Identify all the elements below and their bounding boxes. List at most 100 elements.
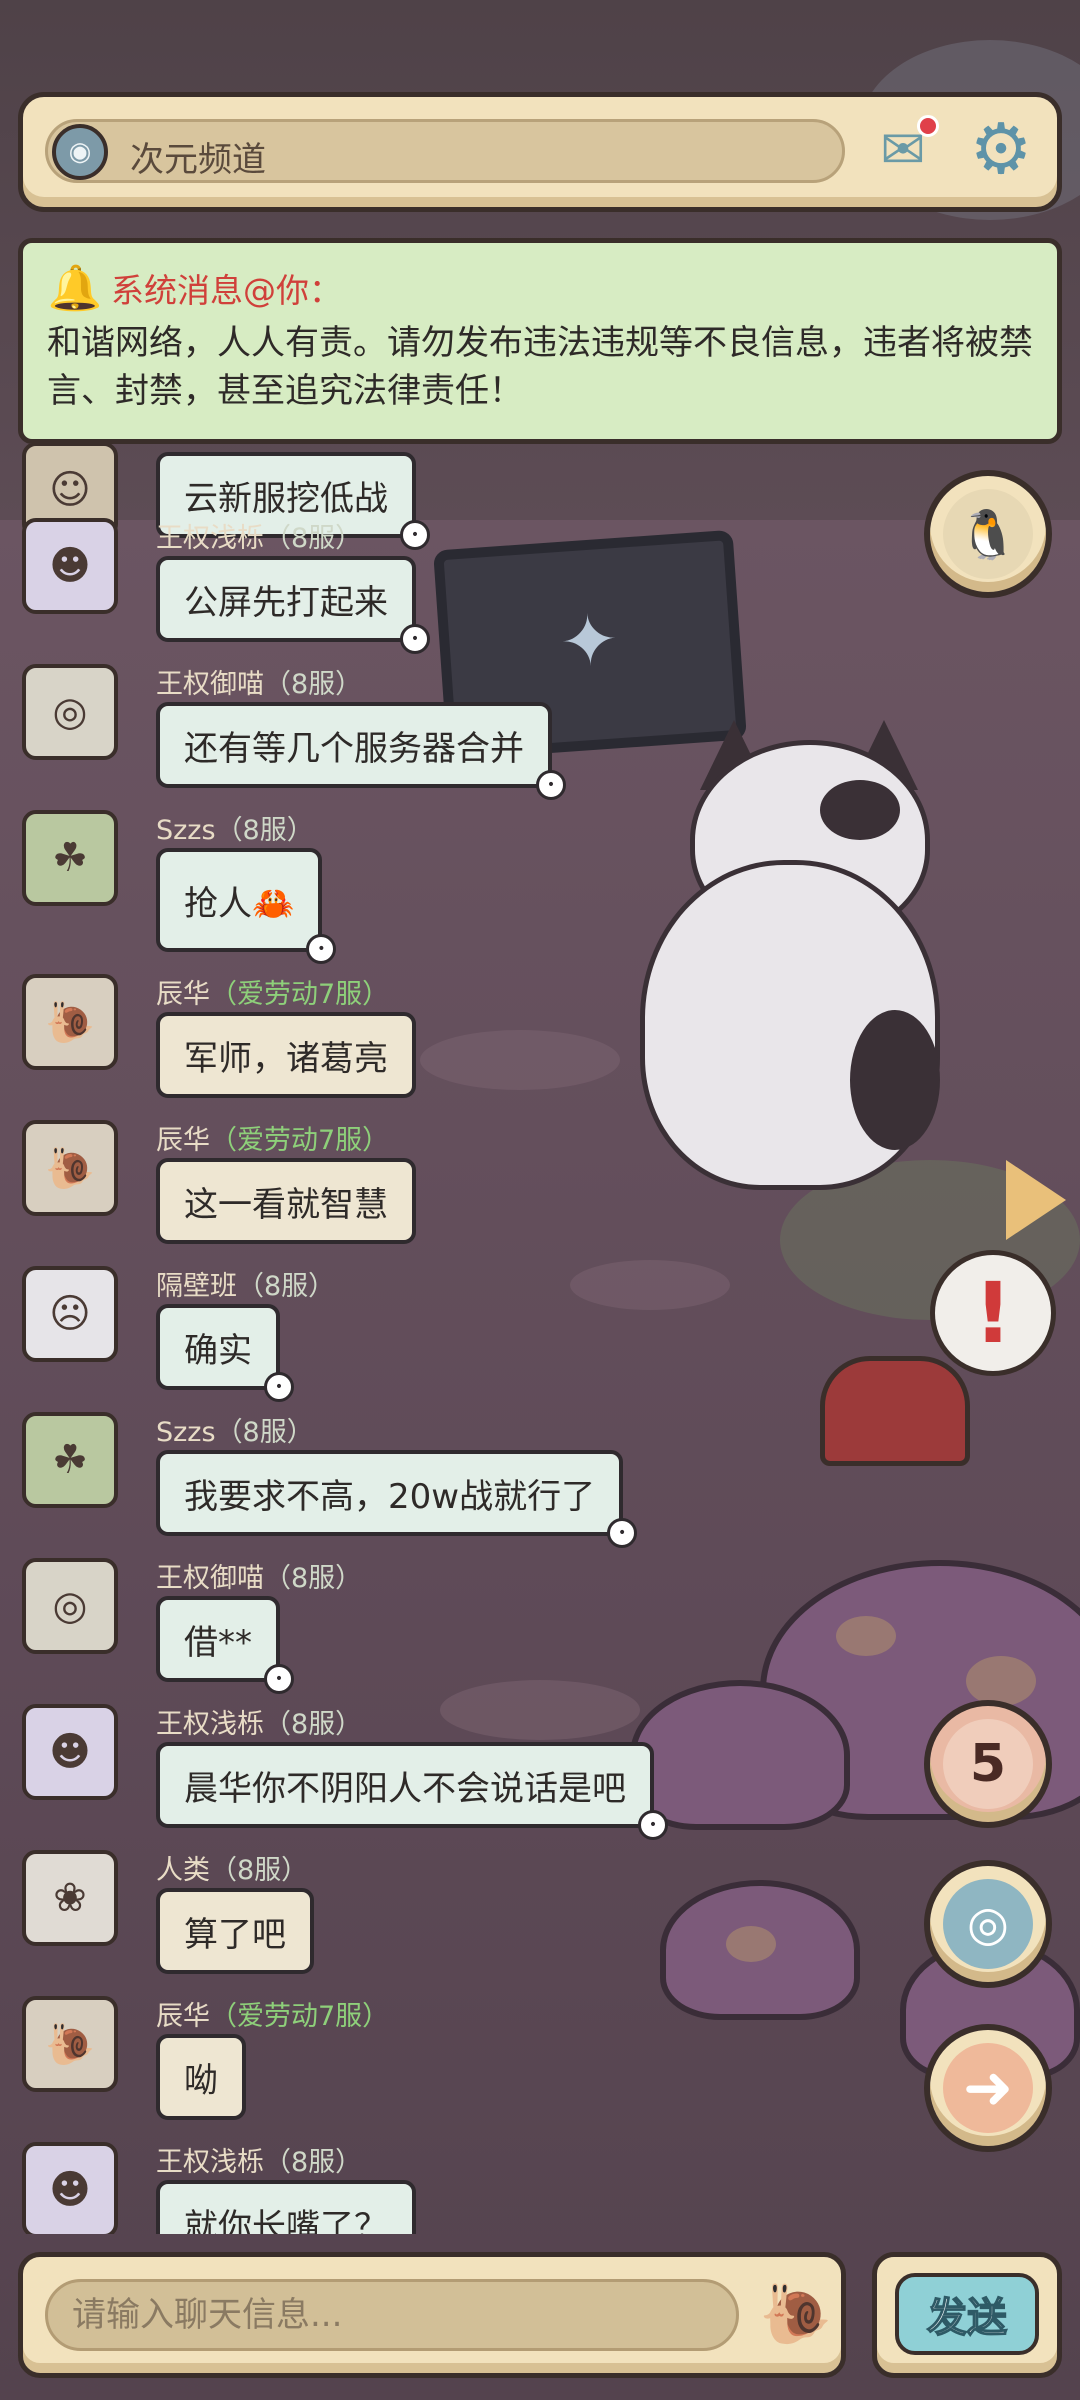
mail-button[interactable]: ✉ [865, 111, 941, 187]
bubble-tail-icon: • [306, 934, 337, 964]
sender-server: （8服） [264, 2147, 363, 2178]
sender-server: （8服） [264, 523, 363, 554]
message-text: 确实 [184, 1330, 252, 1371]
sender-label: 王权御喵（8服） [156, 1556, 362, 1595]
sender-name: 辰华 [156, 1125, 210, 1156]
sender-label: 辰华（爱劳动7服） [156, 1994, 389, 2033]
bubble-tail-icon: • [536, 770, 566, 800]
channel-name: 次元频道 [130, 140, 266, 180]
sender-name: Szzs [156, 1417, 216, 1448]
sender-server: （8服） [210, 1855, 309, 1886]
message-text: 算了吧 [184, 1914, 286, 1955]
avatar-purple-mask[interactable]: ☻ [22, 2142, 118, 2234]
exclamation-icon[interactable]: ! [930, 1250, 1056, 1376]
arrow-right-icon: ➜ [943, 2043, 1033, 2133]
message-bubble[interactable]: 晨华你不阴阳人不会说话是吧 • [156, 1742, 668, 1840]
sender-label: 王权御喵（8服） [156, 662, 362, 701]
sender-label: Szzs（8服） [156, 1410, 314, 1449]
sender-server: （8服） [237, 1271, 336, 1302]
message-bubble[interactable]: 算了吧 [156, 1888, 314, 1974]
system-message-title: 系统消息@你： [111, 271, 342, 310]
avatar-curly-hair[interactable]: ❀ [22, 1850, 118, 1946]
snail-emoji-icon: 🐌 [759, 2279, 833, 2348]
play-arrow-icon[interactable] [1006, 1160, 1066, 1240]
gear-icon: ⚙ [969, 108, 1033, 190]
sender-server: （8服） [215, 815, 314, 846]
avatar-green-frog[interactable]: ☘ [22, 1412, 118, 1508]
sender-name: 王权浅栎 [156, 1709, 264, 1740]
message-bubble[interactable]: 呦 [156, 2034, 246, 2120]
bubble-tail-icon: • [607, 1518, 638, 1548]
message-bubble[interactable]: 抢人🦀 • [156, 848, 337, 964]
sender-name: 辰华 [156, 2001, 210, 2032]
donut-icon: ◎ [943, 1879, 1033, 1969]
emoji-button[interactable]: 🐌 [753, 2271, 839, 2357]
sender-server: （8服） [264, 1563, 363, 1594]
sender-name: 王权浅栎 [156, 2147, 264, 2178]
channel-header: ◉ 次元频道 ✉ ⚙ [18, 92, 1062, 212]
qq-button[interactable]: 🐧 [924, 470, 1052, 598]
bell-icon: 🔔 [47, 263, 103, 314]
message-bubble[interactable]: 借** • [156, 1596, 294, 1694]
message-bubble[interactable]: 我要求不高，20w战就行了 • [156, 1450, 638, 1548]
channel-selector[interactable]: ◉ 次元频道 [45, 119, 845, 183]
sender-name: 辰华 [156, 979, 210, 1010]
message-bubble[interactable]: 确实 • [156, 1304, 294, 1402]
message-text: 还有等几个服务器合并 [184, 728, 524, 769]
message-bubble[interactable]: 军师，诸葛亮 [156, 1012, 416, 1098]
channel-icon: ◉ [52, 124, 108, 180]
system-message: 🔔 系统消息@你： 和谐网络，人人有责。请勿发布违法违规等不良信息，违者将被禁言… [18, 238, 1062, 444]
message-text: 我要求不高，20w战就行了 [184, 1476, 596, 1517]
message-text: 就你长嘴了？ [184, 2206, 388, 2235]
bubble-tail-icon: • [400, 520, 430, 550]
message-text: 呦 [184, 2060, 218, 2101]
sender-label: 王权浅栎（8服） [156, 516, 362, 555]
chat-input[interactable] [45, 2279, 739, 2351]
avatar-green-frog[interactable]: ☘ [22, 810, 118, 906]
sender-name: Szzs [156, 815, 216, 846]
avatar-snail[interactable]: 🐌 [22, 1996, 118, 2092]
sender-name: 王权浅栎 [156, 523, 264, 554]
sender-label: 王权浅栎（8服） [156, 2140, 362, 2179]
donut-button[interactable]: ◎ [924, 1860, 1052, 1988]
sender-label: 隔壁班（8服） [156, 1264, 335, 1303]
next-button[interactable]: ➜ [924, 2024, 1052, 2152]
penguin-icon: 🐧 [943, 489, 1033, 579]
sender-label: Szzs（8服） [156, 808, 314, 847]
sender-label: 人类（8服） [156, 1848, 308, 1887]
avatar-purple-mask[interactable]: ☻ [22, 1704, 118, 1800]
message-bubble[interactable]: 还有等几个服务器合并 • [156, 702, 566, 800]
sender-label: 辰华（爱劳动7服） [156, 1118, 389, 1157]
system-message-body: 和谐网络，人人有责。请勿发布违法违规等不良信息，违者将被禁言、封禁，甚至追究法律… [47, 323, 1033, 411]
message-bubble[interactable]: 公屏先打起来 • [156, 556, 430, 654]
avatar-snail[interactable]: 🐌 [22, 1120, 118, 1216]
sender-server: （8服） [264, 669, 363, 700]
message-bubble[interactable]: 就你长嘴了？ [156, 2180, 416, 2234]
sender-server: （8服） [264, 1709, 363, 1740]
message-bubble[interactable]: 这一看就智慧 [156, 1158, 416, 1244]
message-text: 抢人🦀 [184, 883, 295, 924]
message-text: 公屏先打起来 [184, 582, 388, 623]
avatar-snail[interactable]: 🐌 [22, 974, 118, 1070]
sender-label: 王权浅栎（8服） [156, 1702, 362, 1741]
sender-name: 王权御喵 [156, 1563, 264, 1594]
sender-server: （爱劳动7服） [210, 979, 390, 1010]
badge-count-button[interactable]: 5 [924, 1700, 1052, 1828]
chat-message-list[interactable]: ☺ 云新服挖低战 • 王权浅栎（8服） ☻ 公屏先打起来 • 王权御喵（8服） … [0, 444, 900, 2234]
settings-button[interactable]: ⚙ [959, 107, 1043, 191]
bubble-tail-icon: • [264, 1372, 294, 1402]
sender-name: 隔壁班 [156, 1271, 237, 1302]
bubble-tail-icon: • [264, 1664, 294, 1694]
avatar-spiral-glasses[interactable]: ◎ [22, 1558, 118, 1654]
send-button[interactable]: 发送 [872, 2252, 1062, 2378]
avatar-spiral-glasses[interactable]: ◎ [22, 664, 118, 760]
sender-server: （8服） [215, 1417, 314, 1448]
bubble-tail-icon: • [638, 1810, 668, 1840]
chat-input-bar: 🐌 [18, 2252, 846, 2378]
send-label: 发送 [895, 2273, 1039, 2355]
avatar-purple-mask[interactable]: ☻ [22, 518, 118, 614]
sender-server: （爱劳动7服） [210, 1125, 390, 1156]
badge-count: 5 [943, 1719, 1033, 1809]
message-text: 借** [184, 1622, 252, 1663]
avatar-pale-girl[interactable]: ☹ [22, 1266, 118, 1362]
